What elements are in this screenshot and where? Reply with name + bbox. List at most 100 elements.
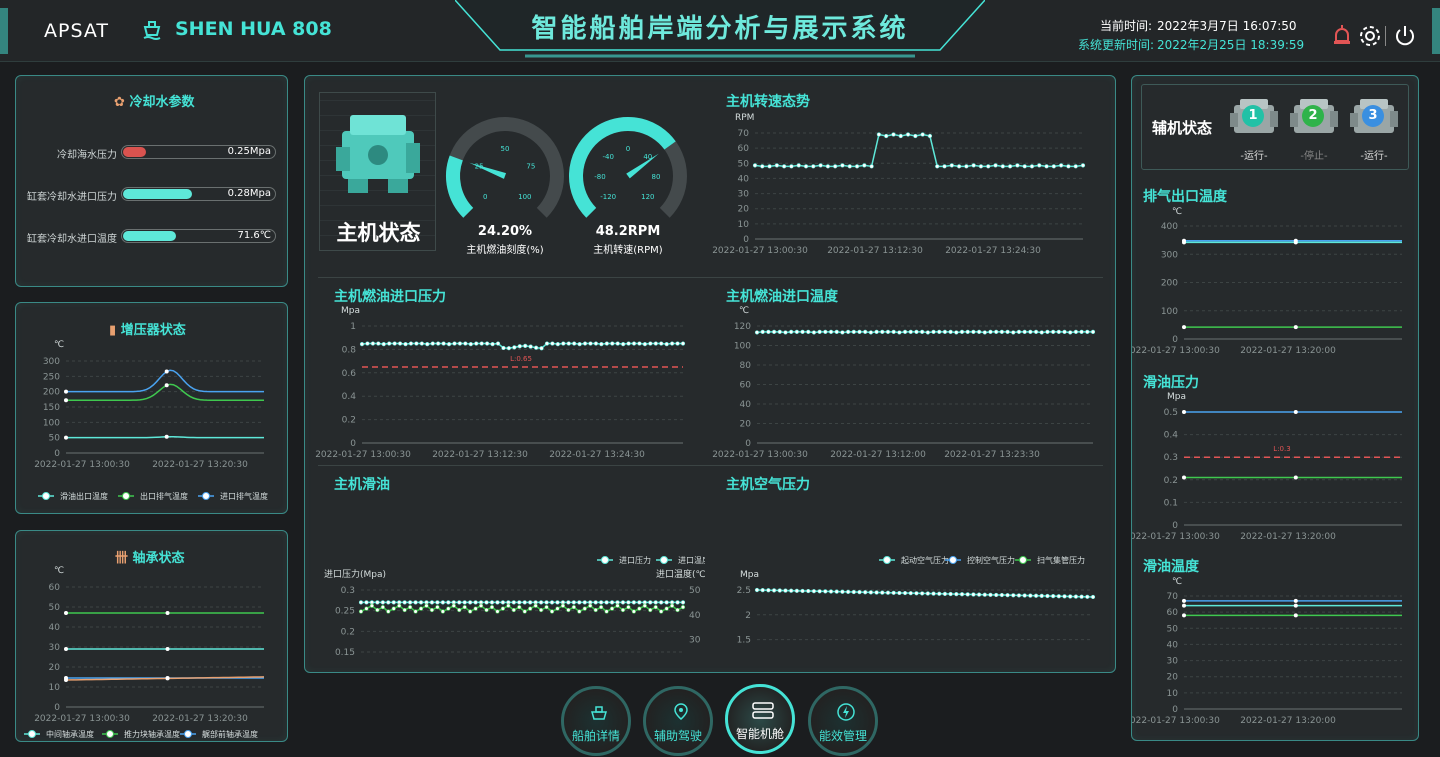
fuel-pressure-chart: Mpa 1 0.8 0.6 0.4 0.2 02022-01-27 13:00:30 2022… [315, 306, 686, 460]
air-start-point [1045, 593, 1050, 599]
turbo-outlet-exhaust-point [64, 398, 68, 403]
fuel-temp-point [1062, 329, 1067, 334]
fuel-pressure-point [365, 341, 370, 346]
y-tick-label: 200 [43, 388, 60, 398]
fuel-temp-point [914, 329, 919, 334]
rpm-trend-point [1015, 163, 1020, 168]
fuel-pressure-point [376, 341, 381, 346]
y-tick-label: 50 [49, 434, 61, 444]
y-right-tick-label: 50 [689, 586, 701, 596]
lube-pressure-point [511, 600, 516, 605]
lube-pressure-point [664, 600, 669, 605]
y-tick-label: 100 [1161, 307, 1178, 317]
rpm-trend-point [796, 163, 801, 168]
axis-unit: Mpa [740, 570, 759, 580]
y-tick-label: 0 [54, 703, 60, 713]
nav-energy-efficiency[interactable]: 能效管理 [808, 686, 878, 756]
rpm-trend-point [752, 163, 758, 168]
fuel-pressure-point [506, 346, 511, 351]
fuel-temp-point [789, 329, 794, 334]
rpm-trend-point [927, 133, 933, 139]
nav-smart-engine-room[interactable]: 智能机舱 [725, 684, 795, 754]
fuel-temp-point [834, 329, 839, 334]
air-start-point [863, 590, 868, 595]
rpm-trend-point [891, 132, 896, 137]
fuel-temp-point [1068, 330, 1073, 335]
legend-label: 进口温度 [678, 555, 705, 565]
fuel-temp-point [1056, 329, 1061, 334]
fuel-temp-point [965, 329, 970, 334]
lube-pressure-point [375, 600, 380, 605]
fuel-temp-point [925, 330, 930, 335]
y-tick-label: 0.3 [341, 586, 355, 596]
air-start-point [1090, 594, 1096, 600]
fuel-temp-point [794, 329, 799, 334]
x-tick-label: 2022-01-27 13:00:30 [315, 450, 411, 460]
rpm-trend-point [854, 164, 860, 169]
axis-unit: Mpa [341, 306, 360, 316]
aux-engine-icon[interactable]: 3 [1348, 95, 1400, 139]
y-tick-label: 20 [738, 205, 750, 215]
turbo-inlet-exhaust-point [64, 389, 68, 394]
rpm-trend-point [760, 164, 765, 169]
air-start-point [1068, 594, 1073, 599]
fuel-pressure-point [463, 341, 468, 346]
bearing-intermediate-point [64, 647, 68, 651]
turbo-oil-outlet-point [64, 435, 68, 440]
fuel-temp-point [863, 329, 868, 334]
air-start-point [834, 589, 839, 594]
header-accent-left [0, 8, 8, 54]
air-start-point [828, 589, 834, 594]
fuel-pressure-point [572, 341, 577, 346]
fuel-temp-point [783, 330, 788, 335]
x-tick-label: 2022-01-27 13:24:30 [549, 450, 645, 460]
aux-engine-icon[interactable]: 1 [1228, 95, 1280, 139]
legend-label: 推力块轴承温度 [124, 729, 180, 739]
lube-temp-point [631, 609, 636, 614]
x-tick-label: 2022-01-27 13:12:00 [830, 450, 926, 460]
y-tick-label: 60 [740, 381, 752, 391]
lube-temp-point [566, 607, 571, 613]
lube-temp-point [435, 605, 440, 610]
fuel-pressure-point [441, 341, 446, 346]
fuel-temp-point [937, 329, 942, 334]
fuel-gauge-label: 主机燃油刻度(%) [466, 245, 544, 256]
fuel-temp-point [891, 329, 896, 334]
gear-icon[interactable] [1358, 24, 1382, 48]
lube-temp-point [577, 609, 582, 614]
y-tick-label: 0.2 [342, 416, 356, 426]
air-start-point [891, 590, 896, 595]
legend-marker [1019, 556, 1027, 564]
y-tick-label: 400 [1161, 222, 1178, 232]
air-start-point [1085, 594, 1090, 599]
lube-pressure-point [609, 600, 615, 605]
rpm-trend-point [869, 164, 874, 169]
nav-ship-details[interactable]: 船舶详情 [561, 686, 631, 756]
rpm-trend-point [862, 163, 867, 168]
lube-temp-point [560, 603, 566, 608]
alarm-icon[interactable] [1330, 24, 1354, 48]
fuel-pressure-point [680, 341, 686, 346]
lube-temp-1-point [1182, 598, 1186, 603]
lube-temp-point [408, 605, 413, 610]
server-icon [751, 701, 775, 721]
cooling-title-text: 冷却水参数 [129, 95, 195, 110]
gauge-tick-label: 80 [652, 173, 661, 181]
fuel-pressure-point [653, 341, 658, 346]
legend-marker [106, 730, 114, 738]
air-start-point [942, 591, 948, 596]
y-tick-label: 0.5 [1164, 408, 1178, 418]
lube-temp-point [380, 605, 385, 610]
power-icon[interactable] [1392, 23, 1418, 49]
rpm-trend-point [935, 164, 940, 169]
lube-pressure-point [539, 600, 544, 605]
lube-pressure-point [604, 600, 609, 605]
lube-pressure-point [489, 600, 495, 605]
aux-engine-icon[interactable]: 2 [1288, 95, 1340, 139]
fuel-pressure-point [387, 341, 392, 346]
nav-assisted-driving[interactable]: 辅助驾驶 [643, 686, 713, 756]
air-start-point [931, 591, 936, 596]
y-tick-label: 0 [1172, 705, 1178, 715]
fuel-pressure-point [523, 343, 528, 349]
lube-temp-point [675, 607, 680, 613]
